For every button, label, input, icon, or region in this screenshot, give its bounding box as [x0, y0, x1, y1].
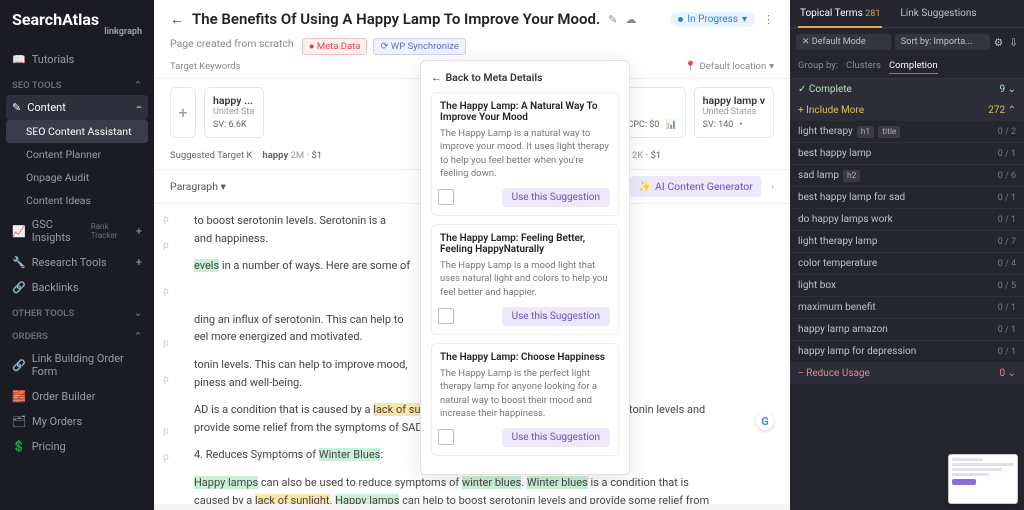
- google-badge-icon[interactable]: G: [756, 412, 774, 430]
- kebab-icon[interactable]: ⋮: [763, 13, 774, 26]
- group-completion[interactable]: Completion: [889, 60, 938, 74]
- nav-head-seo[interactable]: SEO TOOLS⌃: [0, 72, 154, 95]
- back-to-meta-button[interactable]: ← Back to Meta Details: [431, 71, 619, 84]
- nav-research[interactable]: 🔧 Research Tools+: [0, 250, 154, 275]
- suggestion-card: The Happy Lamp: Choose Happiness The Hap…: [431, 343, 619, 456]
- export-icon[interactable]: ⇩: [1009, 36, 1018, 49]
- nav-content-planner[interactable]: Content Planner: [0, 143, 154, 166]
- status-chip[interactable]: In Progress ▾: [670, 12, 755, 27]
- wp-sync-chip[interactable]: ⟳ WP Synchronize: [373, 38, 465, 55]
- term-row[interactable]: light therapy lamp0 / 7: [790, 231, 1024, 253]
- cloud-icon[interactable]: ☁: [625, 13, 636, 26]
- editor-gutter: ppppppp: [154, 204, 178, 504]
- section-complete[interactable]: ✓ Complete9 ⌄: [790, 79, 1024, 100]
- nav-head-orders[interactable]: ORDERS⌃: [0, 323, 154, 346]
- suggestion-card: The Happy Lamp: A Natural Way To Improve…: [431, 92, 619, 216]
- nav-my-orders[interactable]: 🗂 My Orders: [0, 409, 154, 434]
- tab-link-suggestions[interactable]: Link Suggestions: [890, 0, 986, 27]
- mode-dropdown[interactable]: ✕ Default Mode: [796, 34, 891, 50]
- add-keyword-button[interactable]: +: [170, 87, 196, 138]
- keyword-card[interactable]: happy lamp v United States SV: 140 •: [694, 87, 774, 138]
- term-row[interactable]: do happy lamps work0 / 1: [790, 209, 1024, 231]
- suggested-kw[interactable]: happy 2M · $1: [262, 150, 322, 161]
- term-row[interactable]: happy lamp amazon0 / 1: [790, 319, 1024, 341]
- term-row[interactable]: color temperature0 / 4: [790, 253, 1024, 275]
- settings-icon[interactable]: ⚙: [994, 36, 1003, 49]
- ai-content-generator-button[interactable]: ✨ AI Content Generator: [630, 176, 761, 197]
- nav-link-building[interactable]: 🔗 Link Building Order Form: [0, 346, 154, 384]
- suggestion-card: The Happy Lamp: Feeling Better, Feeling …: [431, 224, 619, 335]
- sort-dropdown[interactable]: Sort by: Importa...: [895, 34, 990, 50]
- left-sidebar: SearchAtlas linkgraph 📖 Tutorials SEO TO…: [0, 0, 154, 510]
- keyword-card[interactable]: happy ... United Sta SV: 6.6K: [204, 87, 264, 138]
- right-tabs: Topical Terms 281 Link Suggestions: [790, 0, 1024, 28]
- page-subtitle: Page created from scratch ● Meta Data ⟳ …: [170, 32, 774, 55]
- page-title: The Benefits Of Using A Happy Lamp To Im…: [192, 10, 600, 28]
- nav-order-builder[interactable]: 🧱 Order Builder: [0, 384, 154, 409]
- nav-pricing[interactable]: 💲 Pricing: [0, 434, 154, 459]
- nav-seo-content-assistant[interactable]: SEO Content Assistant: [6, 120, 148, 143]
- use-suggestion-button[interactable]: Use this Suggestion: [502, 428, 610, 447]
- section-include-more[interactable]: + Include More272 ⌃: [790, 100, 1024, 121]
- logo: SearchAtlas linkgraph: [0, 8, 154, 47]
- right-sidebar: Topical Terms 281 Link Suggestions ✕ Def…: [790, 0, 1024, 510]
- nav-content[interactable]: ✎ Content −: [6, 95, 148, 120]
- nav-tutorials[interactable]: 📖 Tutorials: [0, 47, 154, 72]
- term-row[interactable]: best happy lamp0 / 1: [790, 143, 1024, 165]
- group-by: Group by: Clusters Completion: [790, 56, 1024, 79]
- meta-data-chip[interactable]: ● Meta Data: [302, 38, 368, 55]
- term-row[interactable]: happy lamp for depression0 / 1: [790, 341, 1024, 363]
- term-row[interactable]: best happy lamp for sad0 / 1: [790, 187, 1024, 209]
- use-suggestion-button[interactable]: Use this Suggestion: [502, 307, 610, 326]
- term-row[interactable]: light box0 / 5: [790, 275, 1024, 297]
- section-reduce-usage[interactable]: − Reduce Usage0 ⌄: [790, 363, 1024, 384]
- copy-icon[interactable]: [440, 191, 454, 205]
- target-kw-label: Target Keywords: [170, 61, 241, 72]
- term-row[interactable]: light therapyh1title0 / 2: [790, 121, 1024, 143]
- logo-text: SearchAtlas: [12, 10, 99, 29]
- back-arrow-icon[interactable]: ←: [170, 11, 184, 28]
- meta-suggestions-panel: ← Back to Meta Details The Happy Lamp: A…: [420, 60, 630, 475]
- toolbar-next-icon[interactable]: ›: [771, 180, 774, 193]
- main-panel: ← The Benefits Of Using A Happy Lamp To …: [154, 0, 790, 510]
- copy-icon[interactable]: [440, 431, 454, 445]
- nav-content-ideas[interactable]: Content Ideas: [0, 189, 154, 212]
- nav-onpage-audit[interactable]: Onpage Audit: [0, 166, 154, 189]
- default-location[interactable]: 📍 Default location ▾: [685, 61, 774, 72]
- edit-icon[interactable]: ✎: [608, 13, 617, 26]
- nav-gsc[interactable]: 📈 GSC Insights Rank Tracker +: [0, 212, 154, 250]
- term-row[interactable]: sad lamph20 / 6: [790, 165, 1024, 187]
- term-row[interactable]: maximum benefit0 / 1: [790, 297, 1024, 319]
- mini-preview[interactable]: [948, 454, 1018, 504]
- copy-icon[interactable]: [440, 310, 454, 324]
- tab-topical-terms[interactable]: Topical Terms 281: [790, 0, 890, 27]
- use-suggestion-button[interactable]: Use this Suggestion: [502, 188, 610, 207]
- nav-head-other[interactable]: OTHER TOOLS⌄: [0, 300, 154, 323]
- group-clusters[interactable]: Clusters: [846, 60, 881, 74]
- nav-backlinks[interactable]: 🔗 Backlinks: [0, 275, 154, 300]
- paragraph-dropdown[interactable]: Paragraph ▾: [170, 180, 226, 193]
